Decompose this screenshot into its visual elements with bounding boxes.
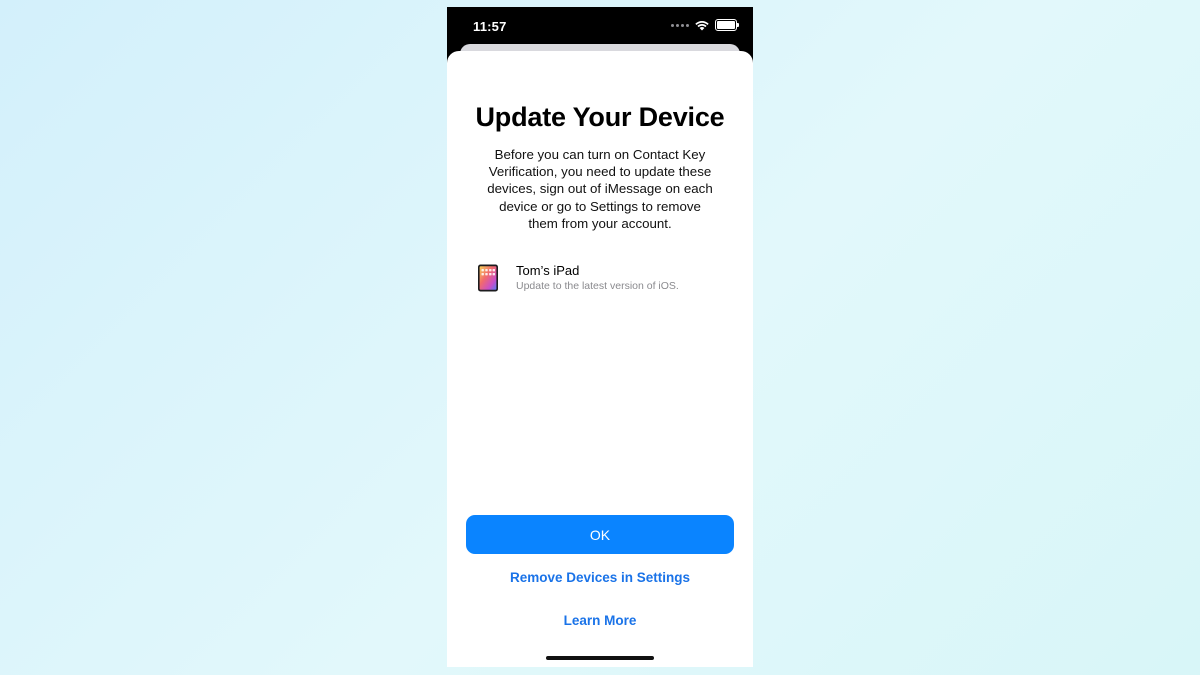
device-status: Update to the latest version of iOS. <box>516 280 679 292</box>
phone-screen: 11:57 Update Your Device Before you can … <box>447 7 753 667</box>
home-indicator[interactable] <box>546 656 654 660</box>
page-title: Update Your Device <box>475 102 725 132</box>
battery-icon <box>715 19 739 31</box>
remove-devices-link[interactable]: Remove Devices in Settings <box>447 570 753 585</box>
status-icons <box>671 19 739 31</box>
status-time: 11:57 <box>473 19 507 34</box>
ipad-icon <box>478 264 498 292</box>
description-text: Before you can turn on Contact Key Verif… <box>487 147 713 231</box>
device-name: Tom’s iPad <box>516 263 580 278</box>
device-list-item: Tom’s iPad Update to the latest version … <box>477 263 727 295</box>
wifi-icon <box>695 20 709 30</box>
update-device-sheet: Update Your Device Before you can turn o… <box>447 51 753 667</box>
learn-more-link[interactable]: Learn More <box>447 613 753 628</box>
ok-button[interactable]: OK <box>466 515 734 554</box>
signal-dots-icon <box>671 23 689 27</box>
